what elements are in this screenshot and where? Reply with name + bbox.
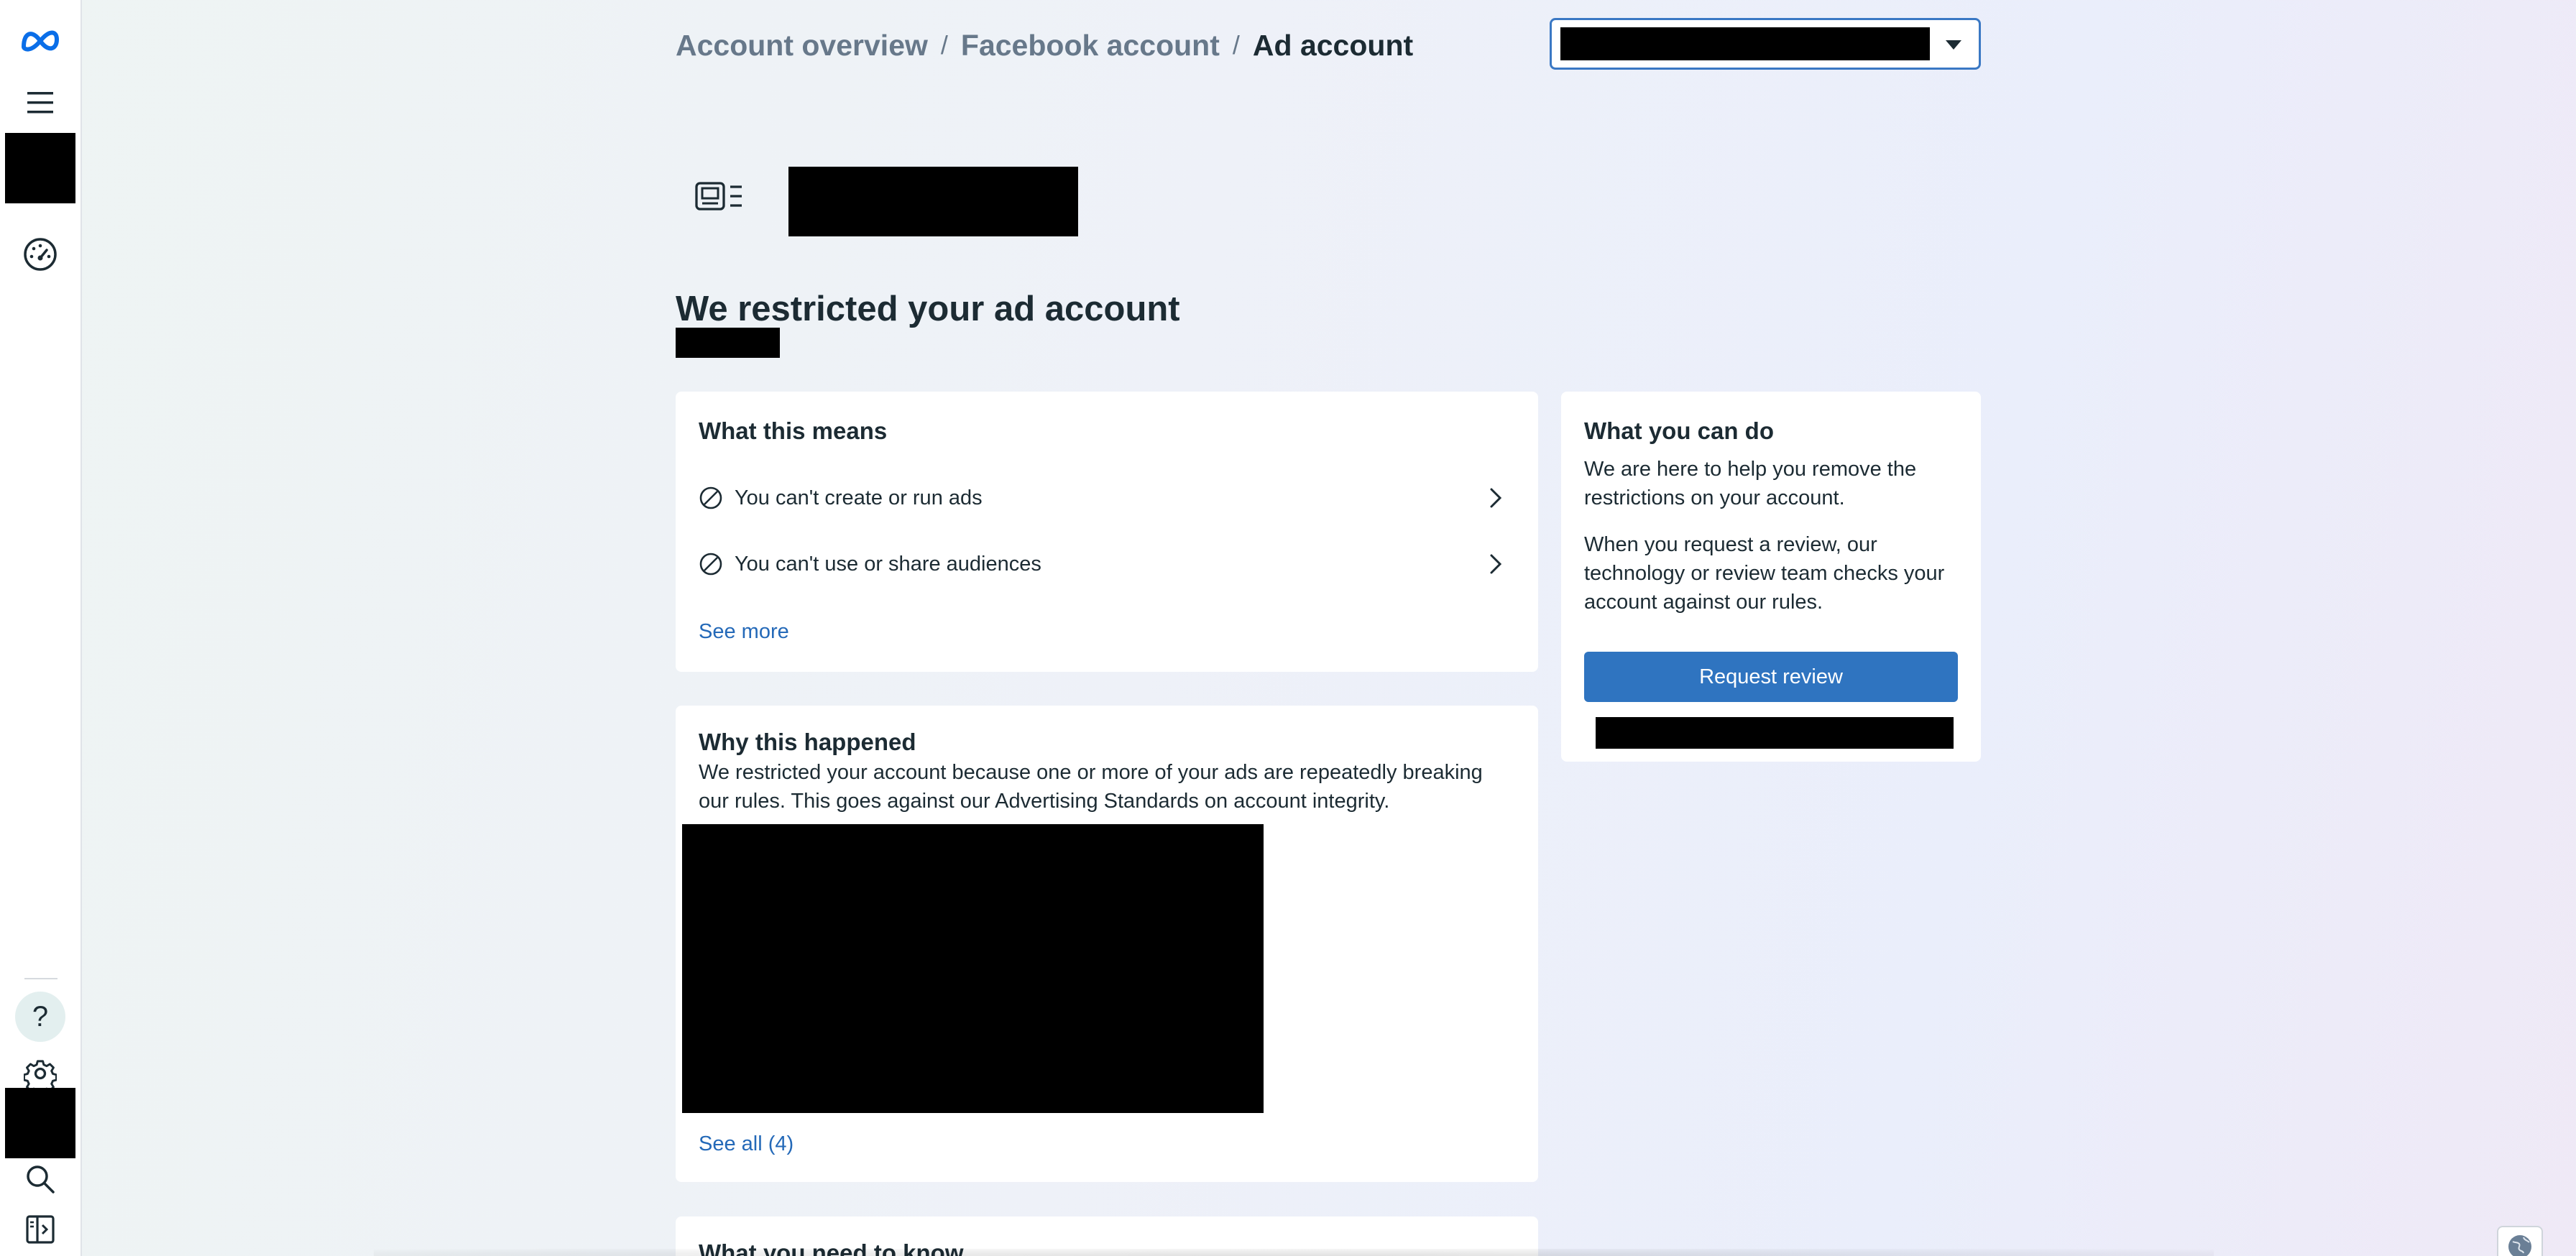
- chevron-right-icon: [1490, 554, 1502, 574]
- ad-account-icon: [694, 180, 745, 218]
- menu-icon: [27, 92, 53, 114]
- language-button[interactable]: [2497, 1226, 2543, 1256]
- what-you-can-do-card: What you can do We are here to help you …: [1561, 392, 1981, 762]
- why-this-happened-card: Why this happened We restricted your acc…: [676, 706, 1538, 1182]
- redacted-account-name: [788, 167, 1078, 236]
- meta-logo-icon: [21, 30, 60, 52]
- redacted-block: [5, 133, 75, 203]
- redacted-block: [1596, 717, 1954, 749]
- sidebar-item-account-quality[interactable]: [0, 236, 80, 273]
- bottom-shadow: [374, 1249, 2214, 1256]
- review-explanation-text: When you request a review, our technolog…: [1584, 533, 1945, 614]
- gear-icon: [24, 1060, 57, 1090]
- sidebar-toggle-icon: [26, 1215, 55, 1244]
- globe-icon: [2508, 1235, 2531, 1256]
- restriction-item-ads[interactable]: You can't create or run ads: [699, 476, 1504, 520]
- breadcrumb-account-overview[interactable]: Account overview: [676, 29, 928, 63]
- breadcrumb-separator: /: [1232, 30, 1240, 60]
- left-nav-rail: ?: [0, 0, 82, 1256]
- search-icon: [27, 1165, 55, 1193]
- redacted-ads-list: [682, 824, 1264, 1113]
- chevron-right-icon: [1490, 488, 1502, 508]
- card-heading: Why this happened: [699, 729, 916, 755]
- menu-button[interactable]: [0, 85, 80, 121]
- restriction-label: You can't create or run ads: [735, 486, 983, 509]
- redacted-block: [5, 1088, 75, 1158]
- card-heading: What you can do: [1584, 417, 1774, 444]
- breadcrumb-ad-account: Ad account: [1252, 28, 1414, 62]
- see-more-link[interactable]: See more: [699, 620, 789, 644]
- collapse-sidebar-button[interactable]: [0, 1213, 80, 1246]
- breadcrumb-separator: /: [940, 30, 948, 60]
- restriction-item-audiences[interactable]: You can't use or share audiences: [699, 542, 1504, 586]
- ban-icon: [699, 553, 722, 576]
- redacted-subtitle: [676, 328, 780, 358]
- page-title: We restricted your ad account: [676, 290, 1180, 328]
- breadcrumb: Account overview / Facebook account / Ad…: [676, 27, 1413, 63]
- help-button[interactable]: ?: [0, 991, 80, 1043]
- request-review-button[interactable]: Request review: [1584, 652, 1958, 702]
- speedometer-icon: [24, 238, 57, 271]
- restriction-label: You can't use or share audiences: [735, 552, 1041, 576]
- reason-text: We restricted your account because one o…: [699, 761, 1483, 813]
- search-button[interactable]: [0, 1162, 80, 1196]
- redacted-block: [1560, 27, 1930, 60]
- help-text: We are here to help you remove the restr…: [1584, 458, 1917, 509]
- settings-button[interactable]: [0, 1056, 80, 1091]
- rail-divider: [24, 978, 58, 979]
- account-avatar[interactable]: [0, 133, 80, 203]
- see-all-link[interactable]: See all (4): [699, 1132, 794, 1156]
- breadcrumb-facebook-account[interactable]: Facebook account: [961, 29, 1220, 63]
- profile-avatar[interactable]: [0, 1088, 80, 1158]
- what-this-means-card-content: [676, 392, 1538, 672]
- meta-logo[interactable]: [0, 22, 80, 57]
- caret-down-icon: [1946, 40, 1961, 50]
- help-icon: ?: [15, 992, 65, 1042]
- ban-icon: [699, 486, 722, 509]
- account-selector-dropdown[interactable]: [1550, 18, 1981, 70]
